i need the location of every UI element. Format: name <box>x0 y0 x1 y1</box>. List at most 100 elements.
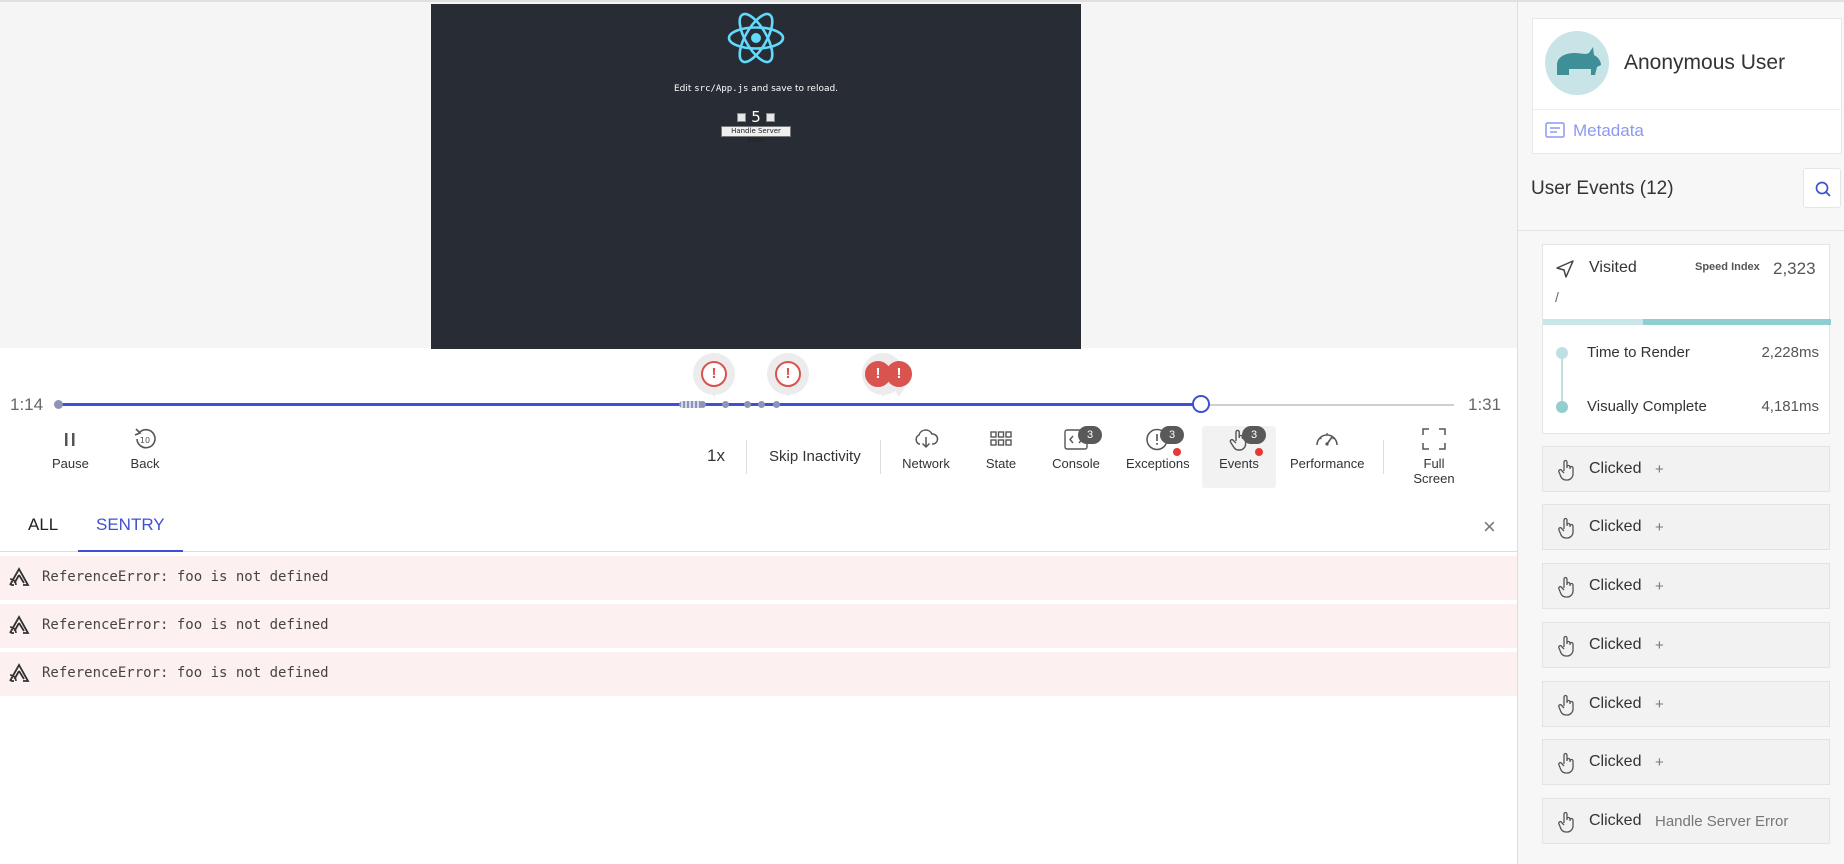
clicked-event-card[interactable]: Clicked + <box>1542 446 1830 492</box>
list-icon <box>1545 122 1565 138</box>
pointer-hand-icon <box>1558 635 1574 657</box>
clicked-target: + <box>1655 461 1664 478</box>
speed-selector[interactable]: 1x <box>707 446 725 466</box>
grid-icon <box>987 426 1015 452</box>
clicked-event-card[interactable]: Clicked + <box>1542 563 1830 609</box>
error-marker[interactable]: ! <box>878 353 920 397</box>
error-message: ReferenceError: foo is not defined <box>42 617 329 633</box>
pointer-hand-icon <box>1558 694 1574 716</box>
performance-label: Performance <box>1290 456 1365 471</box>
speedometer-icon <box>1313 426 1341 452</box>
state-button[interactable]: State <box>983 426 1019 471</box>
replay-stage: Edit src/App.js and save to reload. 5 Ha… <box>0 0 1517 349</box>
performance-bar-fill <box>1643 319 1831 325</box>
fullscreen-label: Full Screen <box>1413 456 1455 486</box>
timeline-start-dot <box>54 400 63 409</box>
exceptions-alert-dot <box>1173 448 1181 456</box>
increment-button[interactable] <box>765 113 775 122</box>
time-to-render-label: Time to Render <box>1587 344 1690 361</box>
pause-button[interactable]: Pause <box>52 426 89 471</box>
metadata-label: Metadata <box>1573 121 1644 140</box>
skip-inactivity-toggle[interactable]: Skip Inactivity <box>769 448 861 465</box>
exceptions-label: Exceptions <box>1126 456 1190 471</box>
replay-screen[interactable]: Edit src/App.js and save to reload. 5 Ha… <box>431 4 1081 349</box>
console-label: Console <box>1052 456 1100 471</box>
avatar <box>1545 31 1609 95</box>
clicked-event-card[interactable]: Clicked + <box>1542 739 1830 785</box>
timeline-progress <box>58 403 1201 406</box>
clicked-event-card[interactable]: Clicked + <box>1542 622 1830 668</box>
clicked-target: + <box>1655 696 1664 713</box>
clicked-label: Clicked <box>1589 636 1642 653</box>
edit-instructions: Edit src/App.js and save to reload. <box>431 84 1081 94</box>
divider <box>746 440 747 474</box>
close-panel-button[interactable]: × <box>1483 514 1496 540</box>
pointer-hand-icon <box>1558 459 1574 481</box>
counter-value: 5 <box>751 108 761 126</box>
decrement-button[interactable] <box>737 113 747 122</box>
player-panel: Edit src/App.js and save to reload. 5 Ha… <box>0 0 1517 864</box>
tab-all[interactable]: ALL <box>10 500 76 552</box>
devtools-tabs: ALL SENTRY × <box>0 500 1517 552</box>
console-count-badge: 3 <box>1078 426 1102 444</box>
sentry-icon <box>9 663 30 682</box>
clicked-event-card[interactable]: Clicked + <box>1542 681 1830 727</box>
react-logo-icon <box>727 12 785 64</box>
error-icon: ! <box>701 361 727 387</box>
clicked-event-card[interactable]: Clicked Handle Server Error <box>1542 798 1830 844</box>
back-label: Back <box>130 456 160 471</box>
error-row[interactable]: ReferenceError: foo is not defined <box>0 604 1517 648</box>
clicked-target: + <box>1655 754 1664 771</box>
pointer-hand-icon <box>1558 811 1574 833</box>
tab-sentry[interactable]: SENTRY <box>78 500 183 552</box>
pointer-hand-icon <box>1558 752 1574 774</box>
svg-text:10: 10 <box>140 436 150 445</box>
session-replay-app: Edit src/App.js and save to reload. 5 Ha… <box>0 0 1844 864</box>
error-message: ReferenceError: foo is not defined <box>42 569 329 585</box>
back-button[interactable]: 10 Back <box>129 426 161 471</box>
events-count-badge: 3 <box>1242 426 1266 444</box>
visually-complete-value: 4,181ms <box>1761 398 1819 415</box>
speed-index-value: 2,323 <box>1773 259 1816 278</box>
clicked-event-card[interactable]: Clicked + <box>1542 504 1830 550</box>
navigation-arrow-icon <box>1556 260 1574 278</box>
event-tick[interactable] <box>722 401 729 408</box>
pointer-hand-icon <box>1558 517 1574 539</box>
error-icon: ! <box>886 361 912 387</box>
event-tick[interactable] <box>758 401 765 408</box>
clicked-target: + <box>1655 519 1664 536</box>
divider <box>1533 109 1841 110</box>
fullscreen-button[interactable]: Full Screen <box>1402 426 1466 486</box>
error-message: ReferenceError: foo is not defined <box>42 665 329 681</box>
clicked-label: Clicked <box>1589 753 1642 770</box>
error-marker[interactable]: ! <box>767 353 809 397</box>
network-button[interactable]: Network <box>900 426 952 471</box>
clicked-label: Clicked <box>1589 695 1642 712</box>
clicked-target: + <box>1655 637 1664 654</box>
search-events-button[interactable] <box>1803 168 1841 208</box>
user-card: Anonymous User Metadata <box>1532 18 1842 154</box>
events-label: Events <box>1219 456 1259 471</box>
sentry-icon <box>9 567 30 586</box>
time-to-render-value: 2,228ms <box>1761 344 1819 361</box>
visited-event-card[interactable]: Visited Speed Index 2,323 / Time to Rend… <box>1542 244 1831 434</box>
event-tick[interactable] <box>744 401 751 408</box>
error-marker[interactable]: ! <box>693 353 735 397</box>
metadata-link[interactable]: Metadata <box>1545 121 1644 141</box>
clicked-label: Clicked <box>1589 518 1642 535</box>
divider <box>880 440 881 474</box>
performance-button[interactable]: Performance <box>1290 426 1364 471</box>
event-tick[interactable] <box>699 401 706 408</box>
total-time: 1:31 <box>1468 395 1502 414</box>
events-alert-dot <box>1255 448 1263 456</box>
error-row[interactable]: ReferenceError: foo is not defined <box>0 652 1517 696</box>
clicked-target: + <box>1655 578 1664 595</box>
time-to-render-dot <box>1556 347 1568 359</box>
error-row[interactable]: ReferenceError: foo is not defined <box>0 556 1517 600</box>
error-icon: ! <box>775 361 801 387</box>
divider <box>1383 440 1384 474</box>
event-tick[interactable] <box>773 401 780 408</box>
edit-prefix: Edit <box>673 84 695 94</box>
timeline-thumb[interactable] <box>1192 395 1210 413</box>
handle-server-error-button[interactable]: Handle Server Error <box>721 126 791 144</box>
